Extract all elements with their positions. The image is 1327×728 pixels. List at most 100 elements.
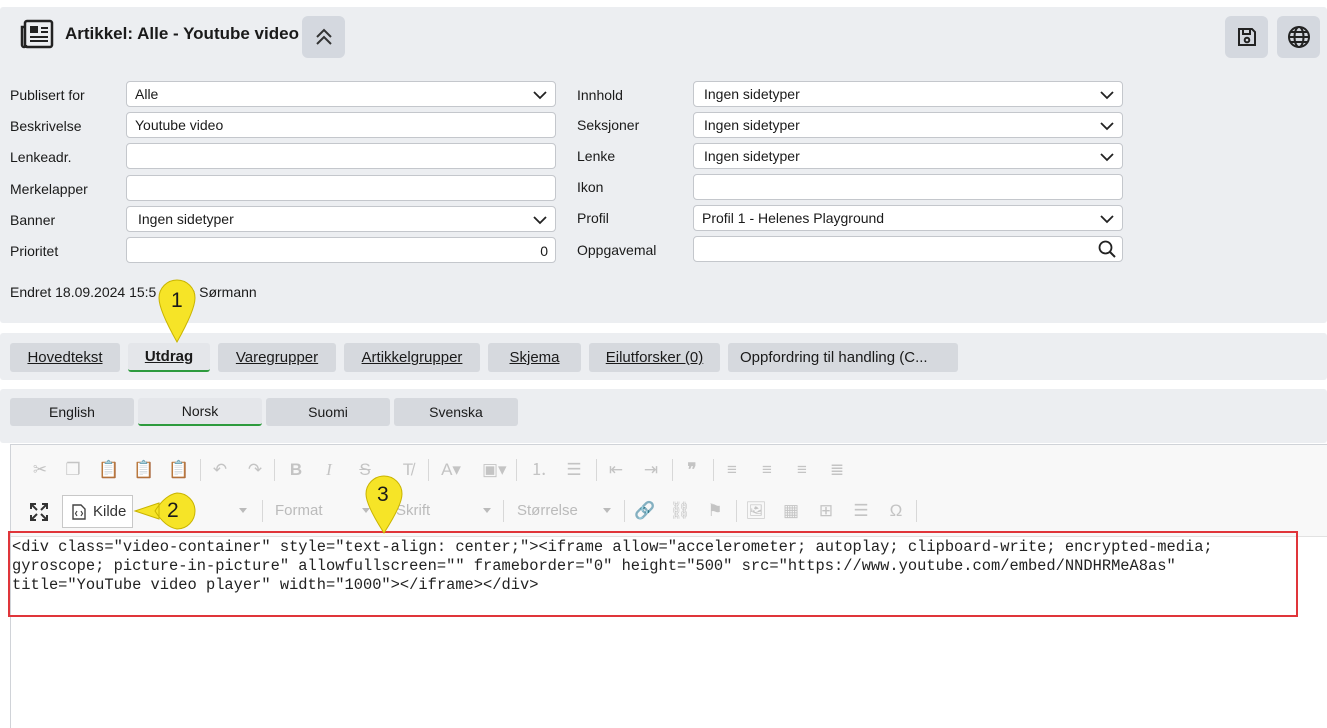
lang-tab-norsk[interactable]: Norsk (138, 398, 262, 426)
toolbar-separator (596, 459, 597, 481)
select-value: Ingen sidetyper (704, 117, 800, 133)
tab-oppfordring[interactable]: Oppfordring til handling (C... (728, 343, 958, 372)
cut-icon[interactable]: ✂ (29, 460, 51, 480)
merkelapper-input[interactable] (126, 175, 556, 201)
toolbar-separator (274, 459, 275, 481)
save-icon (1237, 28, 1256, 46)
seksjoner-select[interactable]: Ingen sidetyper (693, 112, 1123, 138)
callout-2-label: 2 (167, 499, 179, 522)
indent-icon[interactable]: ⇥ (640, 460, 662, 480)
toolbar-separator (516, 459, 517, 481)
innhold-select[interactable]: Ingen sidetyper (693, 81, 1123, 107)
label-lenkeadr: Lenkeadr. (10, 149, 72, 165)
ikon-input[interactable] (693, 174, 1123, 200)
prioritet-input[interactable]: 0 (126, 237, 556, 263)
lenkeadr-input[interactable] (126, 143, 556, 169)
label-publisert-for: Publisert for (10, 87, 85, 103)
select-value: Alle (135, 86, 159, 102)
chevron-down-icon (1100, 91, 1114, 100)
oppgavemal-search[interactable] (693, 236, 1123, 262)
italic-icon[interactable]: I (318, 460, 340, 480)
toolbar-separator (503, 500, 504, 522)
link-icon[interactable]: 🔗 (634, 501, 656, 521)
size-dropdown[interactable]: Størrelse (517, 502, 578, 519)
lang-tab-svenska[interactable]: Svenska (394, 398, 518, 426)
profil-select[interactable]: Profil 1 - Helenes Playground (693, 205, 1123, 231)
table-icon[interactable]: ⊞ (815, 501, 837, 521)
label-beskrivelse: Beskrivelse (10, 118, 82, 134)
highlight-box (8, 531, 1298, 617)
embed-media-icon[interactable]: ▦ (780, 501, 802, 521)
toolbar-separator (200, 459, 201, 481)
align-justify-icon[interactable]: ≣ (826, 460, 848, 480)
tab-artikkelgrupper[interactable]: Artikkelgrupper (344, 343, 480, 372)
label-banner: Banner (10, 212, 56, 228)
undo-icon[interactable]: ↶ (209, 460, 231, 480)
tab-varegrupper[interactable]: Varegrupper (218, 343, 336, 372)
toolbar-separator (736, 500, 737, 522)
tab-label: Oppfordring til handling (C... (740, 349, 928, 366)
tab-utdrag[interactable]: Utdrag (128, 343, 210, 372)
collapse-button[interactable] (302, 16, 345, 58)
paste-icon[interactable]: 📋 (98, 460, 120, 480)
banner-select[interactable]: Ingen sidetyper (126, 206, 556, 232)
style-dropdown-arrow[interactable] (239, 508, 247, 513)
align-right-icon[interactable]: ≡ (791, 460, 813, 480)
page-title: Artikkel: Alle - Youtube video (65, 24, 299, 43)
input-value: Youtube video (135, 117, 224, 133)
paste-word-icon[interactable]: 📋 (168, 460, 190, 480)
anchor-flag-icon[interactable]: ⚑ (704, 501, 726, 521)
outdent-icon[interactable]: ⇤ (605, 460, 627, 480)
paste-text-icon[interactable]: 📋 (133, 460, 155, 480)
lenke-select[interactable]: Ingen sidetyper (693, 143, 1123, 169)
chevron-double-up-icon (315, 28, 332, 45)
maximize-icon[interactable] (29, 502, 49, 522)
tab-skjema[interactable]: Skjema (488, 343, 581, 372)
chevron-down-icon (533, 91, 547, 100)
label-innhold: Innhold (577, 87, 623, 103)
select-value: Ingen sidetyper (704, 86, 800, 102)
tab-hovedtekst[interactable]: Hovedtekst (10, 343, 120, 372)
input-value: 0 (540, 243, 548, 259)
language-globe-button[interactable] (1277, 16, 1320, 58)
label-ikon: Ikon (577, 179, 604, 195)
search-icon[interactable] (1098, 240, 1116, 258)
beskrivelse-input[interactable]: Youtube video (126, 112, 556, 138)
special-character-icon[interactable]: Ω (885, 501, 907, 521)
bulleted-list-icon[interactable]: ☰ (563, 460, 585, 480)
editor-toolbar (11, 445, 1327, 537)
tab-filutforsker[interactable]: Eilutforsker (0) (589, 343, 720, 372)
toolbar-separator (916, 500, 917, 522)
select-value: Ingen sidetyper (138, 211, 234, 227)
tab-label: Utdrag (144, 348, 194, 365)
align-left-icon[interactable]: ≡ (721, 460, 743, 480)
text-color-icon[interactable]: A▾ (440, 460, 462, 480)
tab-label: Varegrupper (235, 349, 319, 366)
image-icon[interactable]: 🖼 (745, 501, 767, 521)
label-oppgavemal: Oppgavemal (577, 242, 657, 258)
bold-icon[interactable]: B (285, 460, 307, 480)
publisert-for-select[interactable]: Alle (126, 81, 556, 107)
size-dropdown-arrow[interactable] (603, 508, 611, 513)
blockquote-icon[interactable]: ❞ (681, 460, 703, 480)
format-dropdown[interactable]: Format (275, 502, 323, 519)
unlink-icon[interactable]: ⛓ (669, 501, 691, 521)
copy-icon[interactable]: ❐ (62, 460, 84, 480)
callout-3-label: 3 (377, 483, 389, 506)
horizontal-line-icon[interactable]: ☰ (850, 501, 872, 521)
toolbar-separator (262, 500, 263, 522)
redo-icon[interactable]: ↷ (244, 460, 266, 480)
source-code-icon (72, 503, 86, 520)
font-dropdown-arrow[interactable] (483, 508, 491, 513)
source-button-label: Kilde (93, 503, 127, 520)
lang-tab-suomi[interactable]: Suomi (266, 398, 390, 426)
lang-tab-english[interactable]: English (10, 398, 134, 426)
numbered-list-icon[interactable]: ⒈ (528, 460, 550, 480)
tab-label: Artikkelgrupper (361, 349, 463, 366)
source-button[interactable]: Kilde (62, 495, 133, 528)
toolbar-separator (672, 459, 673, 481)
callout-2-marker (133, 492, 196, 530)
save-button[interactable] (1225, 16, 1268, 58)
align-center-icon[interactable]: ≡ (756, 460, 778, 480)
background-color-icon[interactable]: ▣▾ (482, 460, 507, 480)
